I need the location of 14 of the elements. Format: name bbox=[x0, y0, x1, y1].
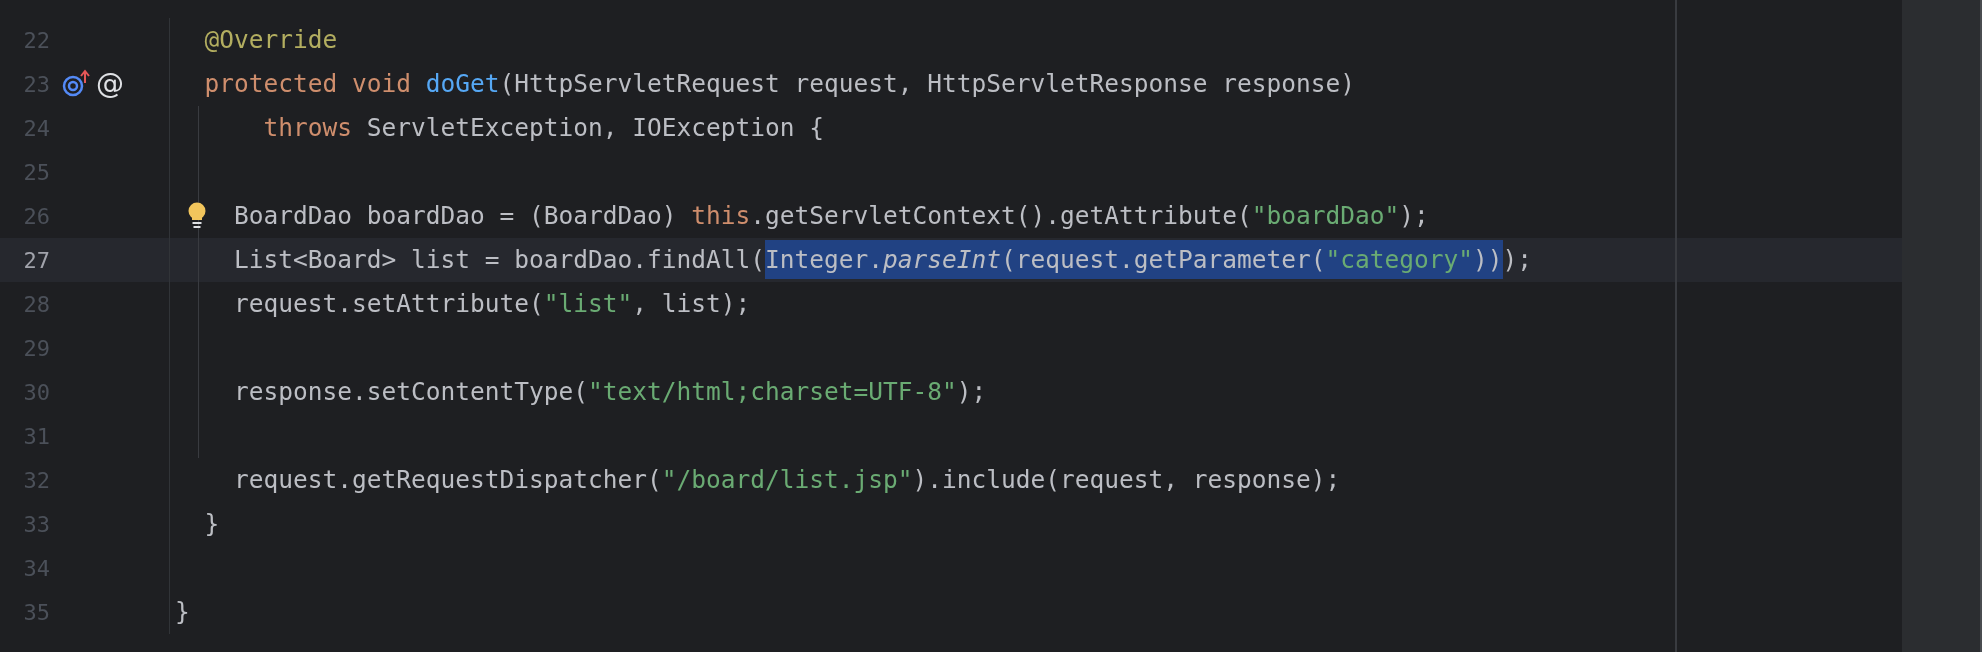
overrides-icon[interactable] bbox=[62, 69, 90, 99]
lightbulb-icon[interactable] bbox=[187, 202, 207, 230]
code-line: request.getRequestDispatcher("/board/list.jsp").include(request, response); bbox=[234, 464, 1341, 496]
code-line: List<Board> list = boardDao.findAll(Integer.parseInt(request.getParameter("category"))); bbox=[234, 238, 1533, 282]
code-line: protected void doGet(HttpServletRequest request, HttpServletResponse response) bbox=[204, 68, 1356, 100]
code-line: } bbox=[204, 508, 220, 540]
annotation-icon[interactable]: @ bbox=[96, 70, 124, 98]
code-line: response.setContentType("text/html;charset=UTF-8"); bbox=[234, 376, 987, 408]
code-line: throws ServletException, IOException { bbox=[263, 112, 825, 144]
code-line: @Override bbox=[204, 24, 338, 56]
line-number: 27 bbox=[22, 247, 50, 273]
code-line: request.setAttribute("list", list); bbox=[234, 288, 751, 320]
code-line: } bbox=[175, 596, 190, 628]
code-line: BoardDao boardDao = (BoardDao) this.getServletContext().getAttribute("boardDao"); bbox=[234, 200, 1429, 232]
